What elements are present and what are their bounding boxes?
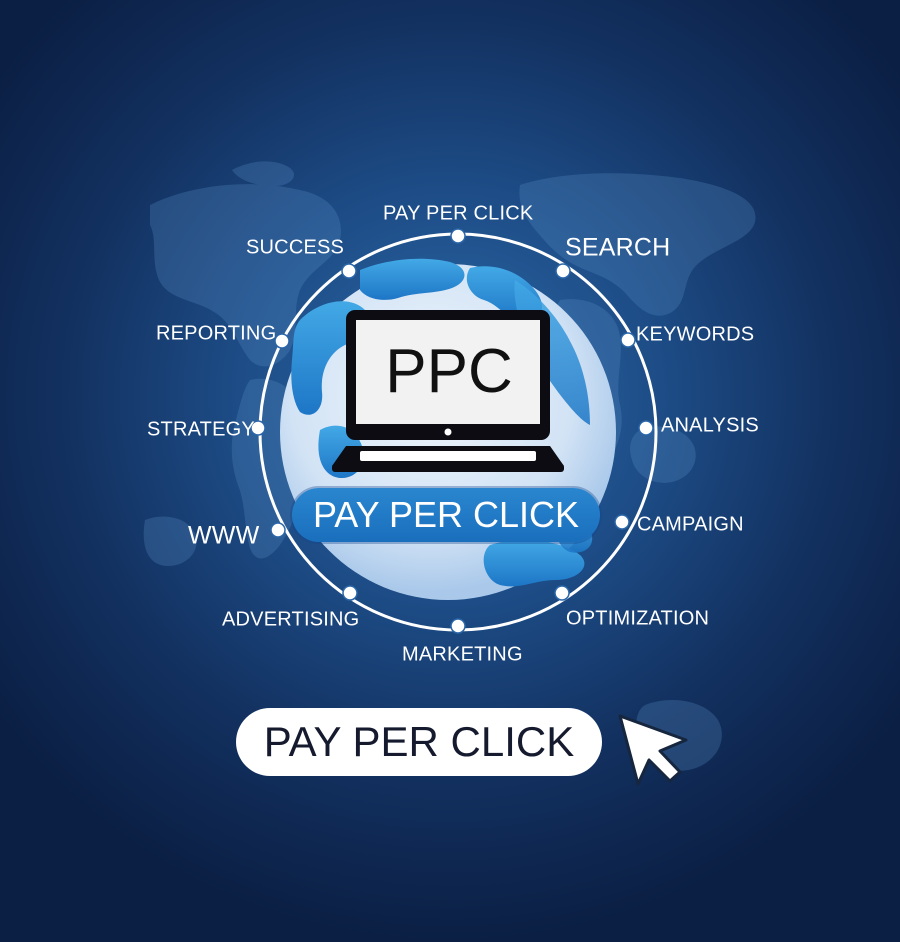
ring-label-optimization: OPTIMIZATION — [566, 607, 710, 630]
ring-label-keywords: KEYWORDS — [636, 323, 755, 346]
ring-label-campaign: CAMPAIGN — [637, 513, 744, 536]
background-art — [143, 161, 756, 786]
ring-label-analysis: ANALYSIS — [661, 414, 759, 437]
ring-label-reporting: REPORTING — [156, 322, 277, 345]
ring-label-www: WWW — [188, 521, 260, 550]
ring-label-top: PAY PER CLICK — [383, 202, 534, 225]
ring-label-marketing: MARKETING — [402, 643, 523, 666]
ring-label-success: SUCCESS — [246, 236, 345, 259]
ring-label-search: SEARCH — [565, 233, 671, 262]
ppc-screen-text: PPC — [385, 337, 513, 406]
pay-per-click-button[interactable]: PAY PER CLICK — [236, 708, 602, 776]
ring-label-strategy: STRATEGY — [147, 418, 255, 441]
ppc-infographic: PPC PAY PER CLICK PAY PER CLICK SEARCH K… — [0, 0, 900, 942]
center-banner: PAY PER CLICK — [292, 488, 600, 542]
ring-label-advertising: ADVERTISING — [222, 608, 360, 631]
